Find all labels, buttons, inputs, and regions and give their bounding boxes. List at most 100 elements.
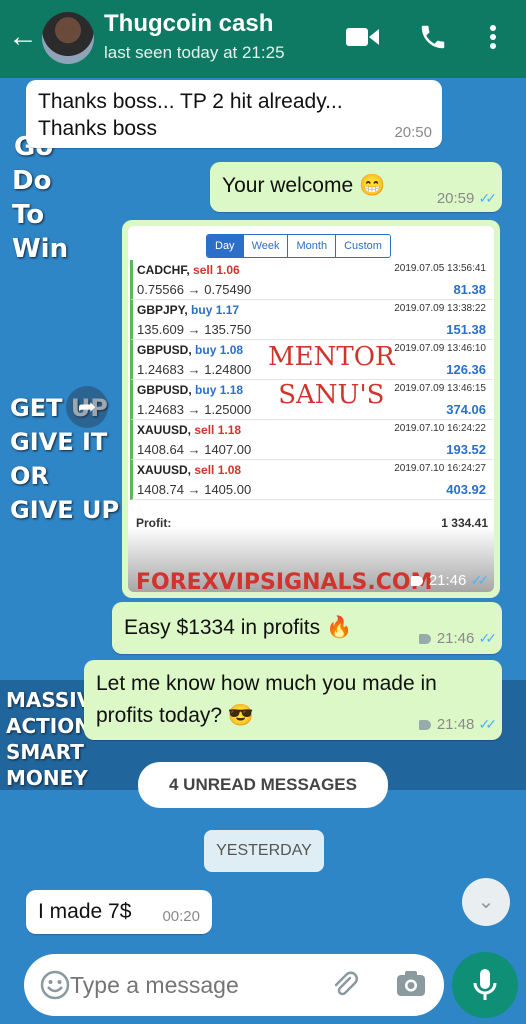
lot-text: 1.06 — [216, 263, 240, 277]
wallpaper-word-give-it: GIVE IT — [10, 428, 108, 456]
trade-symbol: CADCHF, sell 1.06 — [137, 263, 240, 277]
trade-row: XAUUSD, sell 1.18 1408.64 → 1407.00 2019.0… — [130, 420, 492, 460]
tab-day: Day — [207, 235, 244, 257]
paperclip-icon[interactable] — [330, 970, 360, 1000]
message-text: Your welcome 😁 — [222, 174, 386, 197]
date-separator: YESTERDAY — [204, 830, 324, 872]
trade-side: sell 1.18 — [194, 423, 241, 437]
lot-text: 1.08 — [219, 343, 244, 357]
trade-history-screenshot[interactable]: Day Week Month Custom CADCHF, sell 1.06 0… — [128, 226, 494, 592]
trade-symbol: XAUUSD, sell 1.08 — [137, 463, 241, 477]
trade-profit: 403.92 — [446, 482, 486, 497]
message-bubble-incoming[interactable]: Thanks boss... TP 2 hit already... Thank… — [26, 80, 442, 148]
message-time: 20:59 ✓✓ — [436, 190, 498, 207]
trade-prices: 1.24683 → 1.25000 — [137, 402, 252, 417]
last-seen-status: last seen today at 21:25 — [104, 43, 285, 62]
symbol-text: XAUUSD, — [137, 463, 192, 477]
message-bubble-outgoing[interactable]: Let me know how much you made in profits… — [84, 660, 502, 740]
message-bubble-incoming[interactable]: I made 7$ 00:20 — [26, 890, 212, 934]
chat-header: ← Thugcoin cash last seen today at 21:25 — [0, 0, 526, 78]
time-text: 21:46 — [436, 630, 475, 647]
forward-icon[interactable]: ➦ — [66, 386, 108, 428]
emoji-icon[interactable] — [40, 970, 70, 1000]
side-text: sell — [194, 423, 215, 437]
trade-datetime: 2019.07.09 13:38:22 — [394, 303, 486, 314]
tab-custom: Custom — [336, 235, 390, 257]
mic-icon — [473, 969, 497, 1000]
lot-text: 1.18 — [217, 423, 242, 437]
trade-symbol: GBPJPY, buy 1.17 — [137, 303, 239, 317]
lot-text: 1.17 — [215, 303, 240, 317]
time-text: 20:59 — [436, 190, 475, 207]
audio-icon — [418, 720, 431, 731]
message-bubble-outgoing[interactable]: Your welcome 😁 20:59 ✓✓ — [210, 162, 502, 212]
read-ticks-icon: ✓✓ — [478, 630, 498, 646]
wallpaper-word-massiv: MASSIV — [6, 688, 93, 712]
message-text: I made 7$ — [38, 900, 132, 923]
time-text: 21:46 — [428, 572, 467, 589]
trade-datetime: 2019.07.10 16:24:27 — [394, 463, 486, 474]
trade-row: CADCHF, sell 1.06 0.75566 → 0.75490 2019.0… — [130, 260, 492, 300]
double-chevron-down-icon[interactable]: ⌄ — [462, 878, 510, 926]
contact-name[interactable]: Thugcoin cash — [104, 10, 273, 38]
read-ticks-icon: ✓✓ — [478, 190, 498, 206]
trade-prices: 135.609 → 135.750 — [137, 322, 252, 337]
trade-row: XAUUSD, sell 1.08 1408.74 → 1405.00 2019.0… — [130, 460, 492, 500]
camera-icon[interactable] — [396, 970, 426, 998]
trade-side: sell 1.08 — [194, 463, 241, 477]
trade-prices: 1408.64 → 1407.00 — [137, 442, 252, 457]
read-ticks-icon: ✓✓ — [478, 716, 498, 732]
trade-profit: 374.06 — [446, 402, 486, 417]
message-time: 20:50 — [394, 124, 432, 141]
image-time: 21:46 ✓✓ — [410, 572, 489, 589]
symbol-text: GBPUSD, — [137, 383, 192, 397]
image-message[interactable]: Day Week Month Custom CADCHF, sell 1.06 0… — [122, 220, 500, 598]
trade-side: sell 1.06 — [193, 263, 240, 277]
wallpaper-word-to: To — [12, 200, 45, 230]
trade-datetime: 2019.07.10 16:24:22 — [394, 423, 486, 434]
message-composer — [24, 954, 444, 1016]
message-bubble-outgoing[interactable]: Easy $1334 in profits 🔥 21:46 ✓✓ — [112, 602, 502, 654]
trade-side: buy 1.08 — [195, 343, 243, 357]
trade-symbol: GBPUSD, buy 1.18 — [137, 383, 243, 397]
unread-messages-pill: 4 UNREAD MESSAGES — [138, 762, 388, 808]
side-text: sell — [194, 463, 215, 477]
message-text: Easy $1334 in profits 🔥 — [124, 616, 353, 639]
symbol-text: CADCHF, — [137, 263, 190, 277]
trade-profit: 151.38 — [446, 322, 486, 337]
trade-prices: 0.75566 → 0.75490 — [137, 282, 252, 297]
time-text: 21:48 — [436, 716, 475, 733]
trade-profit: 193.52 — [446, 442, 486, 457]
side-text: buy — [191, 303, 213, 317]
trade-datetime: 2019.07.09 13:46:10 — [394, 343, 486, 354]
trade-side: buy 1.18 — [195, 383, 243, 397]
brand-watermark: FOREXVIPSIGNALS.COM — [136, 570, 433, 592]
trade-profit: 81.38 — [453, 282, 486, 297]
arrow-left-icon[interactable]: ← — [8, 22, 38, 52]
trade-datetime: 2019.07.05 13:56:41 — [394, 263, 486, 274]
audio-icon — [418, 634, 431, 645]
side-text: buy — [195, 383, 217, 397]
more-vert-icon[interactable] — [488, 24, 498, 50]
video-call-icon[interactable] — [346, 26, 380, 48]
avatar[interactable] — [42, 12, 94, 64]
tab-month: Month — [288, 235, 337, 257]
message-input[interactable] — [70, 968, 310, 1002]
trade-datetime: 2019.07.09 13:46:15 — [394, 383, 486, 394]
symbol-text: GBPUSD, — [137, 343, 192, 357]
mentor-line-1: MENTOR — [268, 342, 395, 372]
trade-side: buy 1.17 — [191, 303, 239, 317]
mentor-watermark: MENTOR SANU'S — [268, 338, 395, 414]
wallpaper-word-action: ACTION — [6, 714, 91, 738]
trade-prices: 1408.74 → 1405.00 — [137, 482, 252, 497]
wallpaper-word-win: Win — [12, 234, 69, 264]
symbol-text: GBPJPY, — [137, 303, 188, 317]
wallpaper-word-or: OR — [10, 462, 49, 490]
wallpaper-word-give-up: GIVE UP — [10, 496, 120, 524]
message-time: 21:46 ✓✓ — [418, 630, 498, 647]
period-tabs: Day Week Month Custom — [206, 234, 391, 258]
phone-icon[interactable] — [418, 22, 448, 52]
symbol-text: XAUUSD, — [137, 423, 192, 437]
mic-button[interactable] — [452, 952, 518, 1018]
tab-week: Week — [243, 235, 289, 257]
